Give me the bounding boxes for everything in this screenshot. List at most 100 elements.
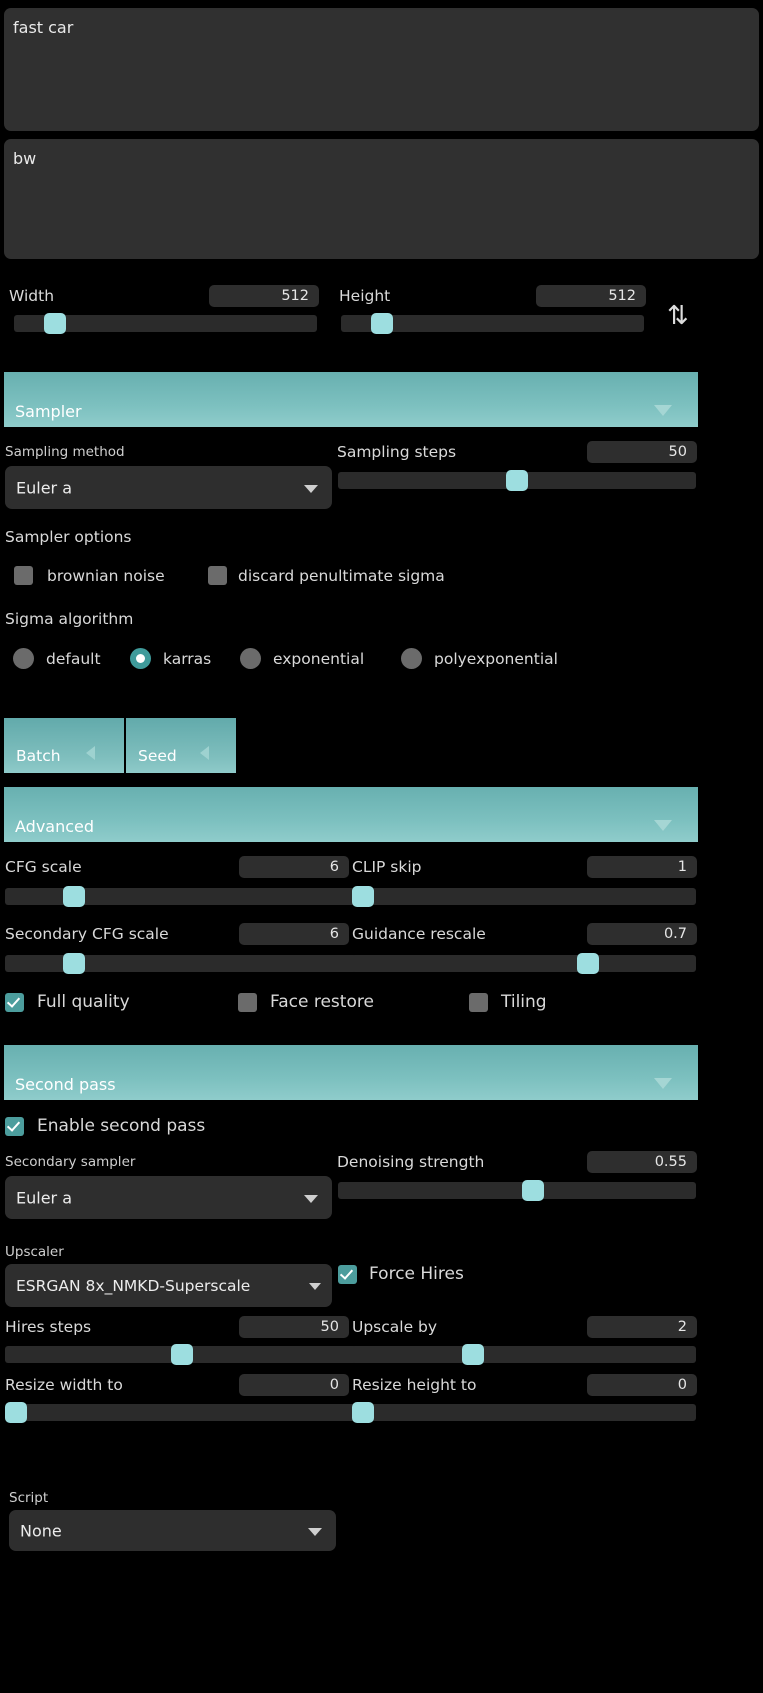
- label-face-restore: Face restore: [270, 992, 374, 1012]
- checkbox-full-quality[interactable]: [5, 993, 24, 1012]
- secondary-cfg-scale-label: Secondary CFG scale: [5, 925, 169, 943]
- chevron-down-icon[interactable]: [304, 1194, 318, 1203]
- sampling-method-dropdown[interactable]: Euler a: [5, 466, 332, 509]
- cfg-scale-slider-knob[interactable]: [63, 886, 85, 907]
- sampling-steps-slider-knob[interactable]: [506, 470, 528, 491]
- height-slider[interactable]: [341, 313, 644, 334]
- resize-width-to-slider-knob[interactable]: [5, 1402, 27, 1423]
- resize-width-to-slider[interactable]: [5, 1402, 381, 1423]
- denoising-strength-slider[interactable]: [338, 1180, 696, 1201]
- upscaler-label: Upscaler: [5, 1244, 64, 1260]
- upscale-by-slider-knob[interactable]: [462, 1344, 484, 1365]
- clip-skip-slider[interactable]: [352, 886, 696, 907]
- chevron-down-icon[interactable]: [654, 820, 672, 831]
- height-slider-knob[interactable]: [371, 313, 393, 334]
- label-default: default: [46, 650, 101, 668]
- secondary-sampler-label: Secondary sampler: [5, 1154, 136, 1170]
- height-value[interactable]: 512: [536, 285, 646, 307]
- script-dropdown[interactable]: None: [9, 1510, 336, 1551]
- sampler-options-label: Sampler options: [5, 528, 132, 546]
- upscale-by-label: Upscale by: [352, 1318, 438, 1336]
- label-force-hires: Force Hires: [369, 1264, 464, 1284]
- label-enable-second-pass: Enable second pass: [37, 1116, 206, 1136]
- radio-polyexponential[interactable]: [401, 648, 422, 669]
- second-pass-section-header[interactable]: Second pass: [4, 1045, 698, 1100]
- checkbox-tiling[interactable]: [469, 993, 488, 1012]
- checkbox-enable-second-pass[interactable]: [5, 1117, 24, 1136]
- sigma-algorithm-label: Sigma algorithm: [5, 610, 134, 628]
- hires-steps-value[interactable]: 50: [239, 1316, 349, 1338]
- checkbox-face-restore[interactable]: [238, 993, 257, 1012]
- advanced-section-title: Advanced: [15, 817, 95, 836]
- cfg-scale-slider[interactable]: [5, 886, 381, 907]
- clip-skip-value[interactable]: 1: [587, 856, 697, 878]
- sampling-steps-label: Sampling steps: [337, 443, 457, 461]
- width-value[interactable]: 512: [209, 285, 319, 307]
- upscale-by-slider[interactable]: [352, 1344, 696, 1365]
- negative-prompt-textarea[interactable]: bw: [4, 139, 759, 259]
- txt2img-generation-panel: fast car bw Width 512 Height 512 ⇅ Sampl…: [0, 0, 763, 1693]
- chevron-down-icon[interactable]: [304, 484, 318, 493]
- upscale-by-value[interactable]: 2: [587, 1316, 697, 1338]
- checkbox-force-hires[interactable]: [338, 1265, 357, 1284]
- width-slider-knob[interactable]: [44, 313, 66, 334]
- label-brownian-noise: brownian noise: [47, 567, 165, 585]
- chevron-down-icon[interactable]: [308, 1527, 322, 1536]
- chevron-left-icon[interactable]: [200, 746, 209, 760]
- chevron-down-icon[interactable]: [309, 1282, 321, 1290]
- secondary-sampler-value: Euler a: [16, 1188, 73, 1207]
- guidance-rescale-label: Guidance rescale: [352, 925, 486, 943]
- second-pass-section-title: Second pass: [15, 1075, 116, 1094]
- denoising-strength-label: Denoising strength: [337, 1153, 485, 1171]
- radio-karras[interactable]: [130, 648, 151, 669]
- label-exponential: exponential: [273, 650, 365, 668]
- chevron-down-icon[interactable]: [654, 405, 672, 416]
- label-tiling: Tiling: [501, 992, 547, 1012]
- secondary-cfg-scale-value[interactable]: 6: [239, 923, 349, 945]
- checkbox-brownian-noise[interactable]: [14, 566, 33, 585]
- denoising-strength-value[interactable]: 0.55: [587, 1151, 697, 1173]
- radio-exponential[interactable]: [240, 648, 261, 669]
- hires-steps-label: Hires steps: [5, 1318, 92, 1336]
- tab-batch[interactable]: Batch: [4, 718, 126, 773]
- label-discard-penultimate-sigma: discard penultimate sigma: [238, 567, 445, 585]
- secondary-cfg-scale-slider[interactable]: [5, 953, 381, 974]
- clip-skip-slider-knob[interactable]: [352, 886, 374, 907]
- resize-height-to-slider-knob[interactable]: [352, 1402, 374, 1423]
- chevron-left-icon[interactable]: [86, 746, 95, 760]
- secondary-cfg-scale-slider-knob[interactable]: [63, 953, 85, 974]
- sampling-steps-value[interactable]: 50: [587, 441, 697, 463]
- sampling-method-value: Euler a: [16, 478, 73, 497]
- hires-steps-slider-knob[interactable]: [171, 1344, 193, 1365]
- sampling-steps-slider[interactable]: [338, 470, 696, 491]
- sampler-section-header[interactable]: Sampler: [4, 372, 698, 427]
- resize-height-to-value[interactable]: 0: [587, 1374, 697, 1396]
- sampler-section-title: Sampler: [15, 402, 82, 421]
- advanced-section-header[interactable]: Advanced: [4, 787, 698, 842]
- guidance-rescale-slider-knob[interactable]: [577, 953, 599, 974]
- label-full-quality: Full quality: [37, 992, 130, 1012]
- width-label: Width: [9, 287, 55, 305]
- width-slider[interactable]: [14, 313, 317, 334]
- resize-width-to-value[interactable]: 0: [239, 1374, 349, 1396]
- tab-seed[interactable]: Seed: [126, 718, 238, 773]
- cfg-scale-value[interactable]: 6: [239, 856, 349, 878]
- secondary-sampler-dropdown[interactable]: Euler a: [5, 1176, 332, 1219]
- guidance-rescale-value[interactable]: 0.7: [587, 923, 697, 945]
- chevron-down-icon[interactable]: [654, 1078, 672, 1089]
- height-label: Height: [339, 287, 391, 305]
- positive-prompt-textarea[interactable]: fast car: [4, 8, 759, 131]
- resize-height-to-slider[interactable]: [352, 1402, 696, 1423]
- cfg-scale-label: CFG scale: [5, 858, 82, 876]
- swap-vertical-arrows-icon[interactable]: ⇅: [667, 303, 689, 329]
- resize-width-to-label: Resize width to: [5, 1376, 123, 1394]
- denoising-strength-slider-knob[interactable]: [522, 1180, 544, 1201]
- guidance-rescale-slider[interactable]: [352, 953, 696, 974]
- upscaler-dropdown[interactable]: ESRGAN 8x_NMKD-Superscale: [5, 1264, 332, 1307]
- hires-steps-slider[interactable]: [5, 1344, 381, 1365]
- tab-bar: Batch Seed: [4, 718, 238, 773]
- tab-seed-label: Seed: [138, 747, 177, 765]
- checkbox-discard-penultimate-sigma[interactable]: [208, 566, 227, 585]
- upscaler-value: ESRGAN 8x_NMKD-Superscale: [16, 1276, 251, 1295]
- radio-default[interactable]: [13, 648, 34, 669]
